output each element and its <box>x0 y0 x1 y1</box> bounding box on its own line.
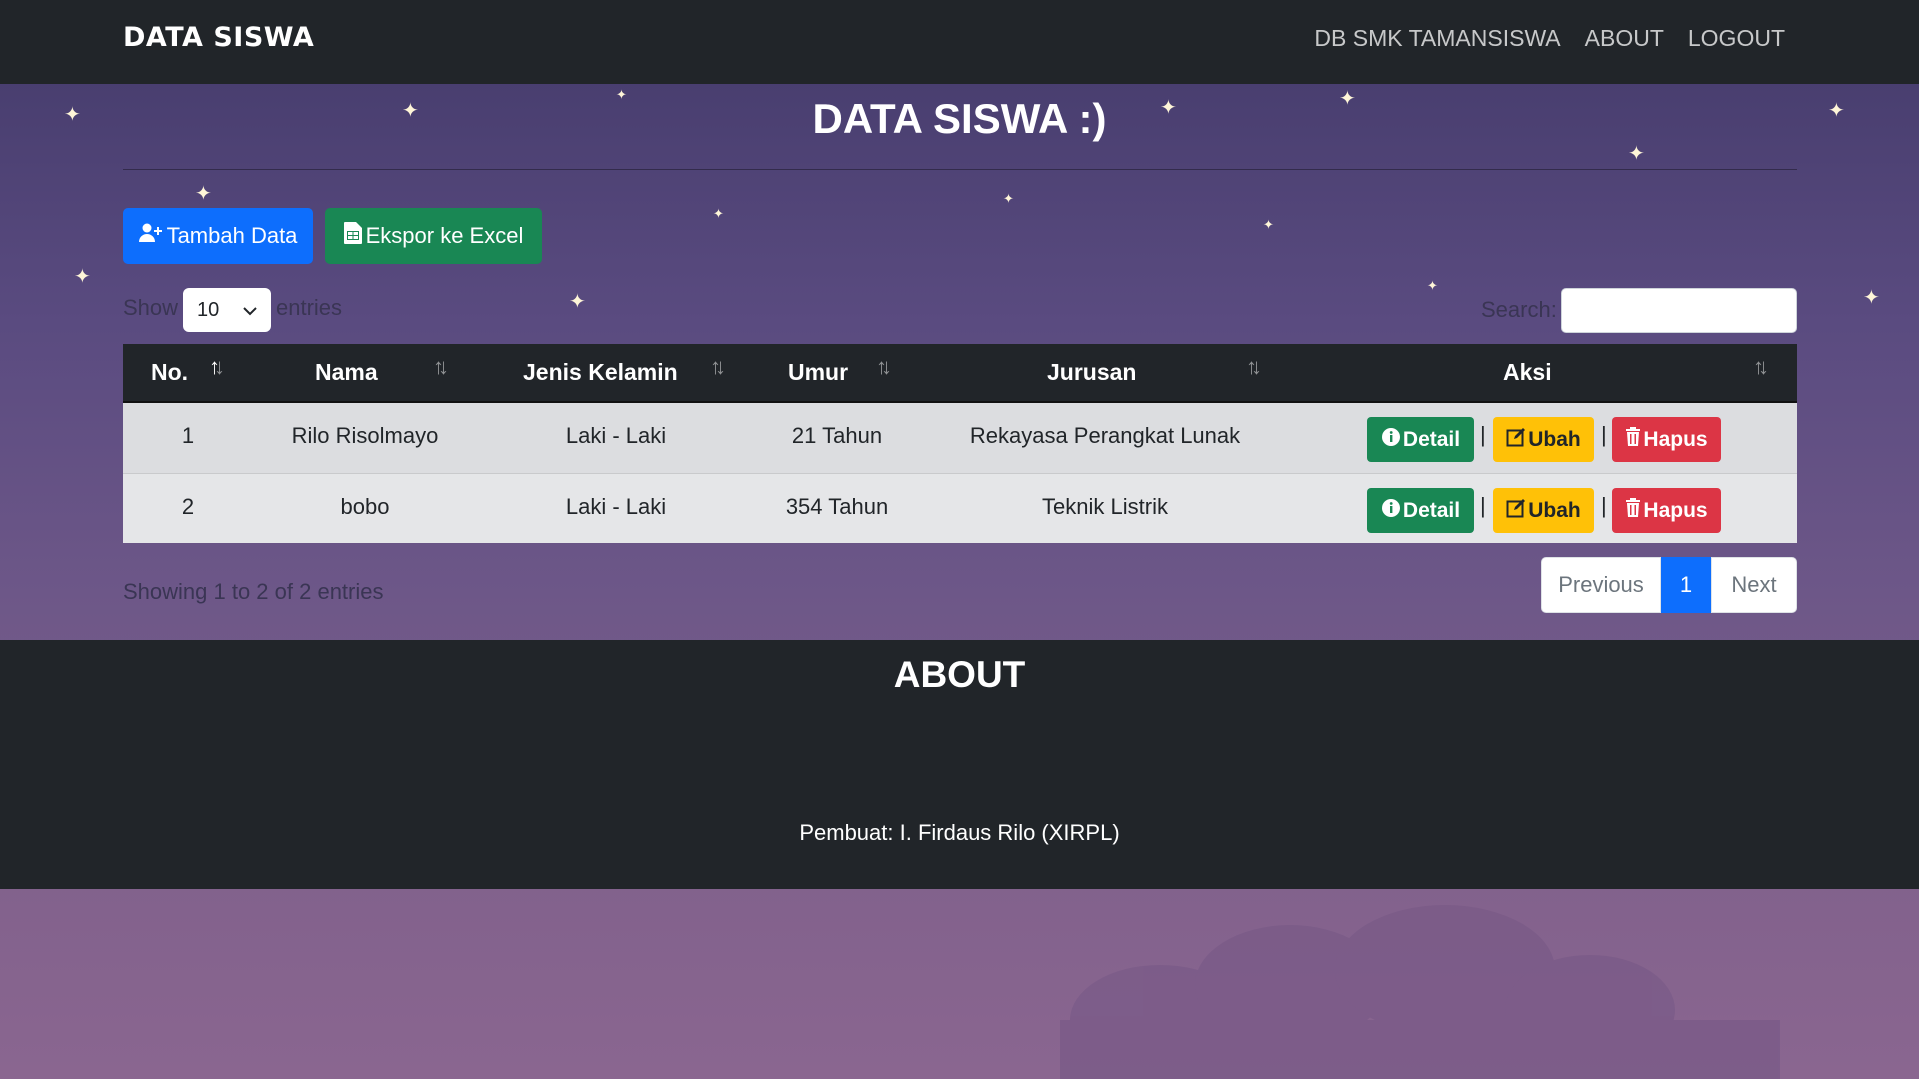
cell-umur: 21 Tahun <box>791 423 883 448</box>
clouds-decoration <box>1060 905 1780 1079</box>
delete-label: Hapus <box>1643 427 1708 451</box>
previous-page-button[interactable]: Previous <box>1541 557 1661 613</box>
search-label: Search: <box>1481 297 1557 322</box>
star-icon: ✦ <box>713 206 724 221</box>
navbar: DATA SISWA DB SMK TAMANSISWA ABOUT LOGOU… <box>0 0 1919 84</box>
separator: | <box>1601 422 1607 447</box>
info-icon <box>1381 498 1401 524</box>
table-row: 2 bobo Laki - Laki 354 Tahun Teknik List… <box>123 473 1797 543</box>
export-excel-button[interactable]: Ekspor ke Excel <box>325 208 542 264</box>
page-title: DATA SISWA :) <box>812 95 1107 142</box>
table-row: 1 Rilo Risolmayo Laki - Laki 21 Tahun Re… <box>123 403 1797 473</box>
cell-nama: Rilo Risolmayo <box>291 423 439 448</box>
cell-no: 2 <box>181 494 195 519</box>
entries-label: entries <box>276 295 343 320</box>
trash-icon <box>1625 427 1641 452</box>
nav-links: DB SMK TAMANSISWA ABOUT LOGOUT <box>1314 25 1785 52</box>
user-plus-icon <box>138 223 163 249</box>
separator: | <box>1601 493 1607 518</box>
show-label: Show <box>123 295 179 320</box>
delete-button[interactable]: Hapus <box>1612 417 1721 462</box>
star-icon: ✦ <box>74 266 91 288</box>
about-section: ABOUT Pembuat: I. Firdaus Rilo (XIRPL) <box>0 640 1919 889</box>
table-info: Showing 1 to 2 of 2 entries <box>123 579 384 604</box>
column-header-umur[interactable]: Umur <box>788 359 848 386</box>
export-excel-label: Ekspor ke Excel <box>365 223 524 248</box>
detail-label: Detail <box>1402 427 1461 451</box>
chevron-down-icon <box>243 299 257 322</box>
sort-icon[interactable]: ↑↓ <box>1753 354 1769 380</box>
add-data-button[interactable]: Tambah Data <box>123 208 313 264</box>
cell-nama: bobo <box>340 494 390 519</box>
edit-label: Ubah <box>1528 498 1581 522</box>
star-icon: ✦ <box>195 183 212 205</box>
page-length-value: 10 <box>197 298 220 321</box>
edit-icon <box>1506 427 1526 453</box>
info-icon <box>1381 427 1401 453</box>
credit-text: Pembuat: I. Firdaus Rilo (XIRPL) <box>799 820 1120 845</box>
column-header-no[interactable]: No. <box>151 359 188 386</box>
next-page-button[interactable]: Next <box>1711 557 1797 613</box>
column-header-aksi[interactable]: Aksi <box>1503 359 1552 386</box>
nav-link-db[interactable]: DB SMK TAMANSISWA <box>1314 25 1560 52</box>
students-table: No. ↑↓ Nama ↑↓ Jenis Kelamin ↑↓ Umur ↑↓ … <box>123 344 1797 543</box>
file-spreadsheet-icon <box>343 222 362 250</box>
cell-jenis-kelamin: Laki - Laki <box>565 494 667 519</box>
brand-logo[interactable]: DATA SISWA <box>123 22 314 53</box>
star-icon: ✦ <box>1003 191 1014 206</box>
separator: | <box>1480 493 1486 518</box>
star-icon: ✦ <box>569 291 586 313</box>
edit-icon <box>1506 498 1526 524</box>
sort-icon[interactable]: ↑↓ <box>433 354 449 380</box>
cell-no: 1 <box>181 423 195 448</box>
column-header-nama[interactable]: Nama <box>315 359 378 386</box>
sort-icon[interactable]: ↑↓ <box>876 354 892 380</box>
nav-link-logout[interactable]: LOGOUT <box>1688 25 1785 52</box>
delete-label: Hapus <box>1643 498 1708 522</box>
trash-icon <box>1625 498 1641 523</box>
star-icon: ✦ <box>1863 287 1880 309</box>
sort-icon[interactable]: ↑↓ <box>1246 354 1262 380</box>
star-icon: ✦ <box>1427 278 1438 293</box>
column-header-jurusan[interactable]: Jurusan <box>1047 359 1136 386</box>
nav-link-about[interactable]: ABOUT <box>1585 25 1664 52</box>
page-length-select[interactable]: 10 <box>183 288 271 332</box>
edit-button[interactable]: Ubah <box>1493 488 1594 533</box>
search-input[interactable] <box>1561 288 1797 333</box>
star-icon: ✦ <box>1628 143 1645 165</box>
detail-label: Detail <box>1402 498 1461 522</box>
cell-umur: 354 Tahun <box>785 494 889 519</box>
about-title: ABOUT <box>893 654 1026 695</box>
separator: | <box>1480 422 1486 447</box>
sort-icon[interactable]: ↑↓ <box>710 354 726 380</box>
edit-label: Ubah <box>1528 427 1581 451</box>
divider <box>123 169 1797 170</box>
star-icon: ✦ <box>1263 217 1274 232</box>
detail-button[interactable]: Detail <box>1367 488 1474 533</box>
sort-icon[interactable]: ↑↓ <box>209 354 225 380</box>
table-header: No. ↑↓ Nama ↑↓ Jenis Kelamin ↑↓ Umur ↑↓ … <box>123 344 1797 403</box>
cell-jenis-kelamin: Laki - Laki <box>565 423 667 448</box>
cell-jurusan: Rekayasa Perangkat Lunak <box>969 423 1241 448</box>
page-1-button[interactable]: 1 <box>1661 557 1711 613</box>
column-header-jenis-kelamin[interactable]: Jenis Kelamin <box>523 359 678 386</box>
add-data-label: Tambah Data <box>166 223 298 248</box>
detail-button[interactable]: Detail <box>1367 417 1474 462</box>
delete-button[interactable]: Hapus <box>1612 488 1721 533</box>
edit-button[interactable]: Ubah <box>1493 417 1594 462</box>
cell-jurusan: Teknik Listrik <box>1042 494 1168 519</box>
pagination: Previous 1 Next <box>1541 557 1797 613</box>
